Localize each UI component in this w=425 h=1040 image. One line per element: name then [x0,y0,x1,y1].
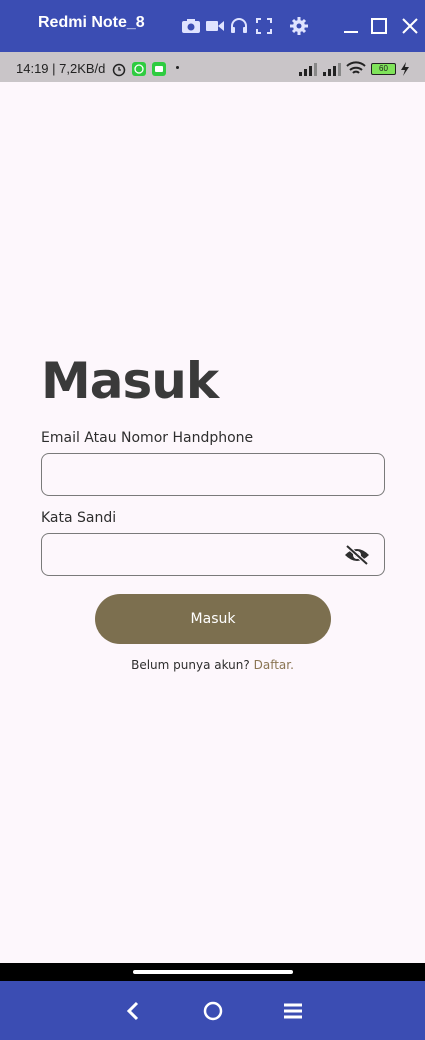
alarm-icon [112,63,126,77]
fullscreen-icon[interactable] [254,16,274,36]
wifi-icon [346,61,366,74]
login-screen: Masuk Email Atau Nomor Handphone Kata Sa… [0,82,425,963]
login-button[interactable]: Masuk [95,594,331,644]
password-label: Kata Sandi [41,510,117,526]
signup-link[interactable]: Daftar. [254,658,294,672]
emulator-title-bar: Redmi Note_8 [0,0,425,52]
minimize-icon[interactable] [341,16,361,36]
headphones-icon[interactable] [229,16,249,36]
gesture-bar [0,963,425,981]
status-bar: 14:19 | 7,2KB/d 60 [0,52,425,82]
menu-icon[interactable] [281,999,305,1023]
password-field[interactable] [41,533,385,576]
email-label: Email Atau Nomor Handphone [41,430,254,446]
settings-icon[interactable] [289,16,309,36]
messages-icon [152,62,166,76]
whatsapp-icon [132,62,146,76]
close-icon[interactable] [400,16,420,36]
status-time-speed: 14:19 | 7,2KB/d [16,61,106,76]
home-icon[interactable] [201,999,225,1023]
battery-icon: 60 [371,63,396,75]
signup-prompt: Belum punya akun? [131,658,250,672]
signup-prompt-line: Belum punya akun? Daftar. [0,658,425,672]
home-indicator[interactable] [133,970,293,974]
navigation-bar [0,981,425,1040]
email-field[interactable] [41,453,385,496]
signal-icon [323,63,341,76]
maximize-icon[interactable] [369,16,389,36]
page-title: Masuk [41,352,219,410]
charging-icon [401,62,409,76]
camera-icon[interactable] [181,16,201,36]
login-button-label: Masuk [190,611,236,627]
visibility-off-icon[interactable] [344,545,370,565]
more-notifications-dot [176,66,179,69]
signal-icon [299,63,317,76]
video-icon[interactable] [205,16,225,36]
window-title: Redmi Note_8 [38,14,145,31]
back-icon[interactable] [121,999,145,1023]
